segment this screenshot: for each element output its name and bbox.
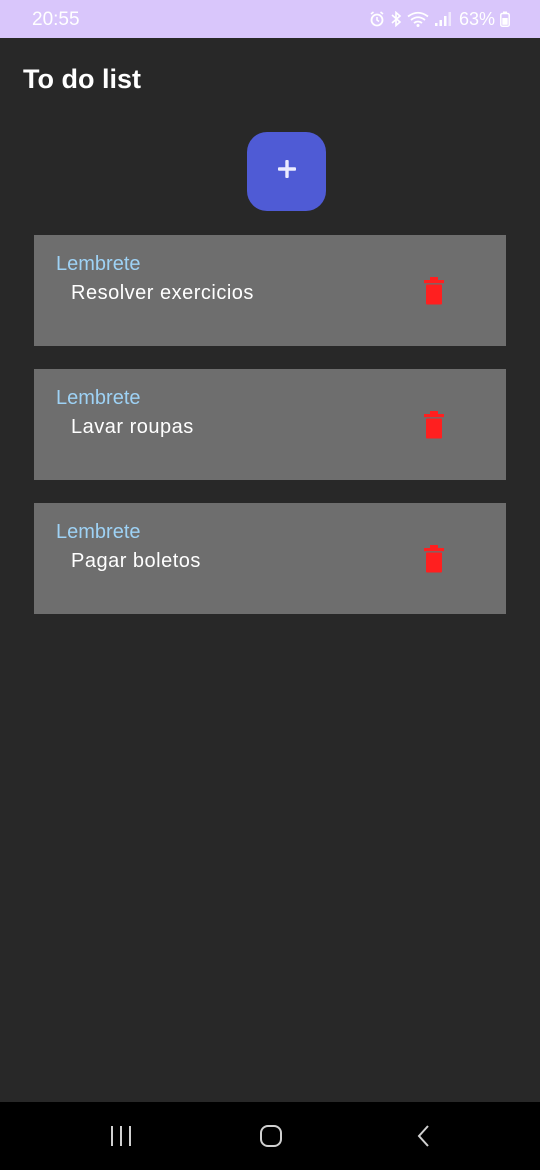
task-card: Lembrete Pagar boletos <box>34 503 506 614</box>
task-text: Lavar roupas <box>71 416 194 438</box>
home-button[interactable] <box>251 1120 291 1152</box>
delete-task-button[interactable] <box>422 277 446 305</box>
signal-icon <box>434 11 452 27</box>
battery-icon <box>500 11 510 27</box>
home-icon <box>260 1125 282 1147</box>
recent-apps-button[interactable] <box>101 1120 141 1152</box>
delete-task-button[interactable] <box>422 411 446 439</box>
status-icons: 63% <box>369 8 510 30</box>
battery-percent: 63% <box>458 8 495 29</box>
back-button[interactable] <box>404 1120 444 1152</box>
navigation-bar <box>0 1102 540 1170</box>
plus-icon <box>277 159 297 184</box>
task-caption: Lembrete <box>56 253 141 275</box>
bluetooth-icon <box>390 11 402 27</box>
page-title: To do list <box>23 64 141 94</box>
add-task-button[interactable] <box>247 132 326 211</box>
status-bar: 20:55 63% <box>0 0 540 38</box>
task-caption: Lembrete <box>56 387 141 409</box>
task-caption: Lembrete <box>56 521 141 543</box>
trash-icon <box>424 545 444 573</box>
status-time: 20:55 <box>32 9 80 30</box>
trash-icon <box>424 411 444 439</box>
task-card: Lembrete Lavar roupas <box>34 369 506 480</box>
back-icon <box>417 1125 429 1147</box>
task-text: Resolver exercicios <box>71 282 254 304</box>
alarm-icon <box>369 11 385 27</box>
delete-task-button[interactable] <box>422 545 446 573</box>
recent-apps-icon <box>111 1126 131 1146</box>
wifi-icon <box>407 11 429 27</box>
trash-icon <box>424 277 444 305</box>
task-card: Lembrete Resolver exercicios <box>34 235 506 346</box>
task-list: Lembrete Resolver exercicios Lembrete La… <box>34 235 506 637</box>
task-text: Pagar boletos <box>71 550 201 572</box>
